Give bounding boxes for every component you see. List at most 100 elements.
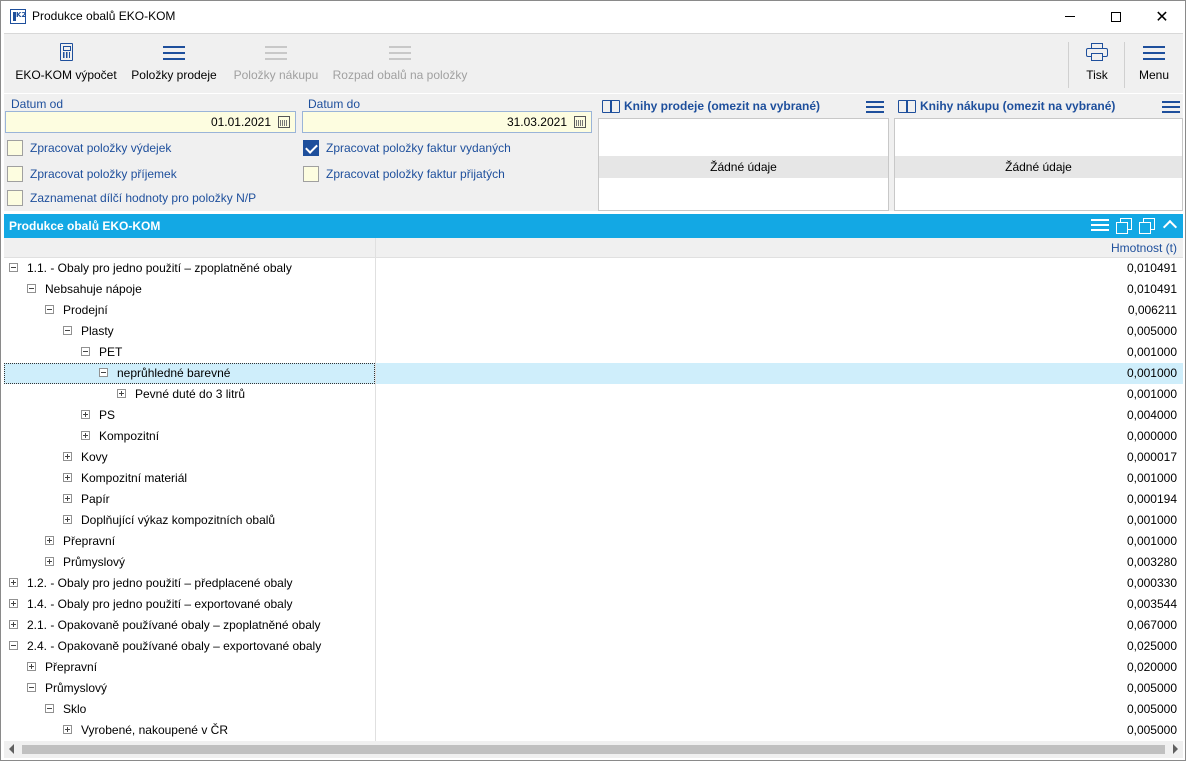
- tree-cell[interactable]: Kompozitní: [4, 426, 375, 447]
- ekokom-calc-button[interactable]: EKO-KOM výpočet: [10, 34, 122, 92]
- expand-icon[interactable]: [63, 725, 72, 734]
- tree-cell[interactable]: 1.4. - Obaly pro jedno použití – exporto…: [4, 594, 375, 615]
- tree-cell[interactable]: Kompozitní materiál: [4, 468, 375, 489]
- collapse-icon[interactable]: [27, 683, 36, 692]
- calendar-icon[interactable]: [278, 116, 290, 128]
- tree-cell[interactable]: 1.2. - Obaly pro jedno použití – předpla…: [4, 573, 375, 594]
- purchase-items-button[interactable]: Položky nákupu: [229, 34, 323, 92]
- sales-books-list[interactable]: Žádné údaje: [598, 118, 889, 211]
- tree-row[interactable]: Průmyslový 0,005000: [4, 678, 1183, 699]
- collapse-icon[interactable]: [9, 641, 18, 650]
- collapse-icon[interactable]: [27, 284, 36, 293]
- minimize-button[interactable]: [1047, 1, 1093, 32]
- partial-values-checkbox[interactable]: Zaznamenat dílčí hodnoty pro položky N/P: [7, 190, 256, 206]
- tree-row[interactable]: PS 0,004000: [4, 405, 1183, 426]
- collapse-icon[interactable]: [45, 704, 54, 713]
- collapse-icon[interactable]: [81, 347, 90, 356]
- tree-cell[interactable]: Sklo: [4, 699, 375, 720]
- tree-cell[interactable]: Doplňující výkaz kompozitních obalů: [4, 510, 375, 531]
- receipt-items-checkbox[interactable]: Zpracovat položky příjemek: [7, 166, 177, 182]
- tree-grid[interactable]: 1.1. - Obaly pro jedno použití – zpoplat…: [4, 258, 1183, 741]
- expand-icon[interactable]: [27, 662, 36, 671]
- expand-icon[interactable]: [63, 452, 72, 461]
- collapse-all-button[interactable]: [1139, 218, 1155, 234]
- tree-cell[interactable]: Průmyslový: [4, 552, 375, 573]
- expand-icon[interactable]: [81, 431, 90, 440]
- tree-row[interactable]: Vyrobené, nakoupené v ČR 0,005000: [4, 720, 1183, 741]
- tree-cell[interactable]: PS: [4, 405, 375, 426]
- tree-cell[interactable]: 2.1. - Opakovaně používané obaly – zpopl…: [4, 615, 375, 636]
- sales-items-button[interactable]: Položky prodeje: [128, 34, 220, 92]
- tree-row[interactable]: Plasty 0,005000: [4, 321, 1183, 342]
- close-button[interactable]: ✕: [1139, 1, 1185, 32]
- collapse-icon[interactable]: [63, 326, 72, 335]
- weight-column-header[interactable]: Hmotnost (t): [1111, 241, 1177, 255]
- tree-row[interactable]: Prodejní 0,006211: [4, 300, 1183, 321]
- tree-row[interactable]: 2.1. - Opakovaně používané obaly – zpopl…: [4, 615, 1183, 636]
- tree-cell[interactable]: Papír: [4, 489, 375, 510]
- calendar-icon[interactable]: [574, 116, 586, 128]
- tree-cell[interactable]: 2.4. - Opakovaně používané obaly – expor…: [4, 636, 375, 657]
- expand-icon[interactable]: [9, 599, 18, 608]
- print-button[interactable]: Tisk: [1076, 34, 1118, 92]
- date-from-input[interactable]: 01.01.2021: [5, 111, 296, 133]
- maximize-button[interactable]: [1093, 1, 1139, 32]
- tree-cell[interactable]: 1.1. - Obaly pro jedno použití – zpoplat…: [4, 258, 375, 279]
- tree-cell[interactable]: Přepravní: [4, 531, 375, 552]
- tree-cell[interactable]: Průmyslový: [4, 678, 375, 699]
- tree-row[interactable]: Doplňující výkaz kompozitních obalů 0,001…: [4, 510, 1183, 531]
- collapse-icon[interactable]: [45, 305, 54, 314]
- tree-row[interactable]: Kovy 0,000017: [4, 447, 1183, 468]
- expand-icon[interactable]: [117, 389, 126, 398]
- checkbox-box[interactable]: [303, 166, 319, 182]
- expand-icon[interactable]: [63, 473, 72, 482]
- grid-menu-button[interactable]: [1091, 218, 1109, 232]
- tree-row[interactable]: 1.1. - Obaly pro jedno použití – zpoplat…: [4, 258, 1183, 279]
- breakdown-button[interactable]: Rozpad obalů na položky: [330, 34, 470, 92]
- purchase-books-list[interactable]: Žádné údaje: [894, 118, 1183, 211]
- tree-row[interactable]: Nebsahuje nápoje 0,010491: [4, 279, 1183, 300]
- tree-row[interactable]: Kompozitní materiál 0,001000: [4, 468, 1183, 489]
- date-to-input[interactable]: 31.03.2021: [302, 111, 592, 133]
- tree-cell[interactable]: Nebsahuje nápoje: [4, 279, 375, 300]
- purchase-books-menu-button[interactable]: [1162, 100, 1180, 113]
- tree-cell[interactable]: Vyrobené, nakoupené v ČR: [4, 720, 375, 741]
- expand-all-button[interactable]: [1116, 218, 1132, 234]
- received-invoices-checkbox[interactable]: Zpracovat položky faktur přijatých: [303, 166, 505, 182]
- tree-cell[interactable]: Plasty: [4, 321, 375, 342]
- expand-icon[interactable]: [45, 536, 54, 545]
- tree-row[interactable]: 1.2. - Obaly pro jedno použití – předpla…: [4, 573, 1183, 594]
- tree-cell[interactable]: Pevné duté do 3 litrů: [4, 384, 375, 405]
- collapse-panel-button[interactable]: [1162, 218, 1178, 235]
- collapse-icon[interactable]: [99, 368, 108, 377]
- checkbox-box[interactable]: [7, 190, 23, 206]
- collapse-icon[interactable]: [9, 263, 18, 272]
- expand-icon[interactable]: [9, 620, 18, 629]
- menu-button[interactable]: Menu: [1132, 34, 1176, 92]
- tree-row[interactable]: Kompozitní 0,000000: [4, 426, 1183, 447]
- checkbox-checked-icon[interactable]: [303, 140, 319, 156]
- expand-icon[interactable]: [81, 410, 90, 419]
- tree-row[interactable]: 2.4. - Opakovaně používané obaly – expor…: [4, 636, 1183, 657]
- expand-icon[interactable]: [9, 578, 18, 587]
- expand-icon[interactable]: [63, 515, 72, 524]
- tree-row[interactable]: Pevné duté do 3 litrů 0,001000: [4, 384, 1183, 405]
- tree-row[interactable]: Sklo 0,005000: [4, 699, 1183, 720]
- tree-cell[interactable]: Prodejní: [4, 300, 375, 321]
- issued-invoices-checkbox[interactable]: Zpracovat položky faktur vydaných: [303, 140, 511, 156]
- tree-cell[interactable]: Kovy: [4, 447, 375, 468]
- scroll-right-icon[interactable]: [1173, 744, 1178, 754]
- tree-row[interactable]: Papír 0,000194: [4, 489, 1183, 510]
- checkbox-box[interactable]: [7, 166, 23, 182]
- scroll-left-icon[interactable]: [9, 744, 14, 754]
- issue-items-checkbox[interactable]: Zpracovat položky výdejek: [7, 140, 171, 156]
- expand-icon[interactable]: [45, 557, 54, 566]
- tree-row[interactable]: PET 0,001000: [4, 342, 1183, 363]
- sales-books-menu-button[interactable]: [866, 100, 884, 113]
- tree-row[interactable]: 1.4. - Obaly pro jedno použití – exporto…: [4, 594, 1183, 615]
- tree-row[interactable]: Přepravní 0,001000: [4, 531, 1183, 552]
- tree-cell[interactable]: neprůhledné barevné: [4, 363, 375, 384]
- tree-cell[interactable]: PET: [4, 342, 375, 363]
- tree-row[interactable]: Přepravní 0,020000: [4, 657, 1183, 678]
- tree-cell[interactable]: Přepravní: [4, 657, 375, 678]
